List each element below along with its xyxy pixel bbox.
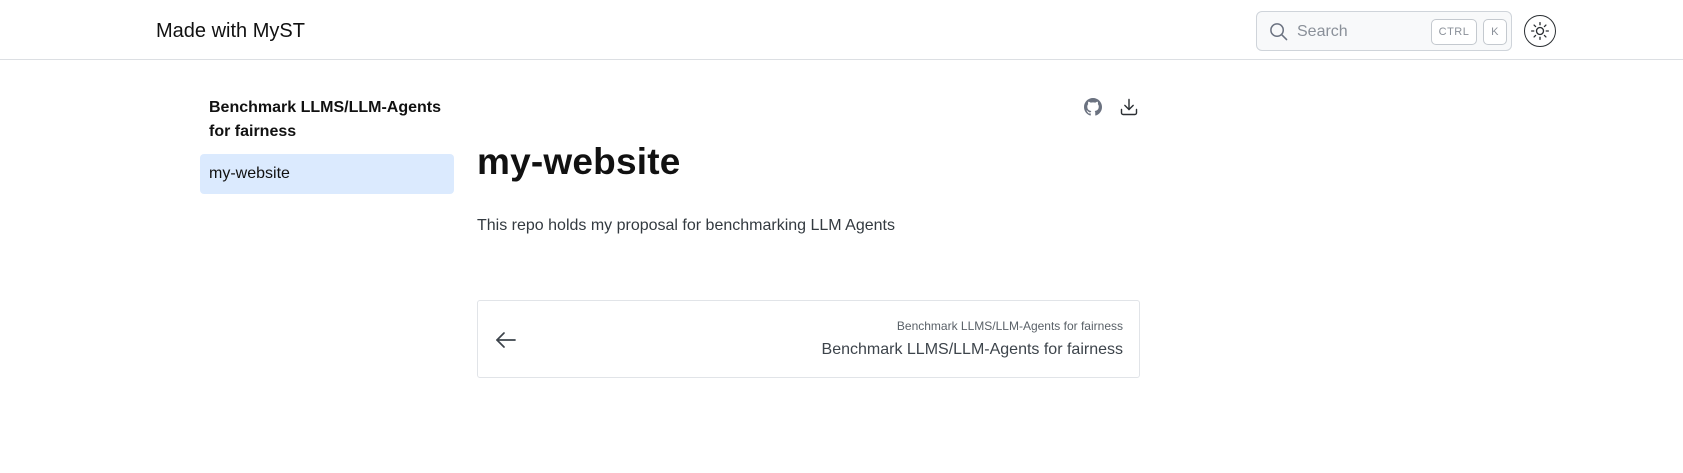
- shortcut-key-k: K: [1483, 19, 1507, 45]
- top-navigation-bar: Made with MyST Search CTRL K: [0, 0, 1683, 60]
- page-actions: [1082, 96, 1140, 118]
- search-box[interactable]: Search CTRL K: [1256, 11, 1512, 51]
- previous-page-link[interactable]: Benchmark LLMS/LLM-Agents for fairness B…: [477, 300, 1140, 378]
- shortcut-key-ctrl: CTRL: [1431, 19, 1477, 45]
- search-placeholder: Search: [1297, 23, 1348, 40]
- download-icon[interactable]: [1118, 96, 1140, 118]
- sidebar-item-my-website[interactable]: my-website: [200, 154, 454, 194]
- sidebar-navigation: Benchmark LLMS/LLM-Agents for fairness m…: [200, 96, 454, 194]
- page-description: This repo holds my proposal for benchmar…: [477, 217, 895, 234]
- sun-icon: [1530, 21, 1550, 41]
- search-icon: [1269, 22, 1288, 41]
- arrow-left-icon: [494, 328, 518, 352]
- previous-page-section-label: Benchmark LLMS/LLM-Agents for fairness: [896, 319, 1123, 333]
- github-icon[interactable]: [1082, 96, 1104, 118]
- page-title: my-website: [477, 141, 681, 182]
- previous-page-title: Benchmark LLMS/LLM-Agents for fairness: [821, 341, 1123, 358]
- sidebar-project-title[interactable]: Benchmark LLMS/LLM-Agents for fairness: [200, 96, 454, 144]
- brand-link[interactable]: Made with MyST: [156, 18, 305, 44]
- theme-toggle-button[interactable]: [1524, 15, 1556, 47]
